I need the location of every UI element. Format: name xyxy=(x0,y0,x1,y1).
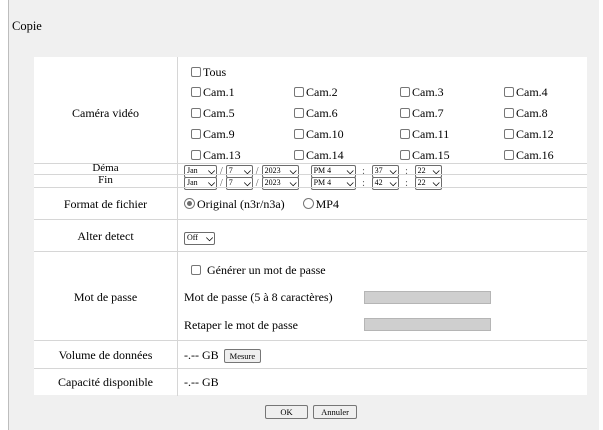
checkbox-box[interactable] xyxy=(504,129,514,139)
radio-dot[interactable] xyxy=(302,198,314,209)
settings-table: Caméra vidéo Tous Cam.1 Cam.2 Cam.3 Cam.4 Ca… xyxy=(34,57,587,396)
camera-checkbox-8[interactable]: Cam.8 xyxy=(504,106,548,121)
checkbox-box[interactable] xyxy=(504,150,514,160)
format-mp4-radio[interactable]: MP4 xyxy=(302,197,339,211)
start-label: Déma xyxy=(92,162,119,174)
checkbox-box[interactable] xyxy=(400,150,410,160)
checkbox-box[interactable] xyxy=(191,265,201,275)
capacity-value: -.-- GB xyxy=(184,375,219,389)
camera-checkbox-5[interactable]: Cam.5 xyxy=(191,106,235,121)
camera-all-checkbox[interactable]: Tous xyxy=(191,65,226,80)
format-original-radio[interactable]: Original (n3r/n3a) xyxy=(184,197,285,211)
checkbox-box[interactable] xyxy=(294,87,304,97)
camera-checkbox-14[interactable]: Cam.14 xyxy=(294,148,344,163)
ok-button[interactable]: OK xyxy=(265,405,308,419)
generate-password-checkbox[interactable]: Générer un mot de passe xyxy=(191,263,326,278)
checkbox-box[interactable] xyxy=(400,87,410,97)
camera-checkbox-1[interactable]: Cam.1 xyxy=(191,85,235,100)
page-title: Copie xyxy=(12,19,42,33)
checkbox-box[interactable] xyxy=(191,129,201,139)
camera-checkbox-7[interactable]: Cam.7 xyxy=(400,106,444,121)
checkbox-box[interactable] xyxy=(504,87,514,97)
password-input[interactable] xyxy=(364,291,491,304)
camera-checkbox-12[interactable]: Cam.12 xyxy=(504,127,554,142)
checkbox-box[interactable] xyxy=(400,108,410,118)
volume-label: Volume de données xyxy=(58,348,153,362)
checkbox-box[interactable] xyxy=(294,129,304,139)
capacity-label: Capacité disponible xyxy=(58,375,153,389)
password-label: Mot de passe xyxy=(73,290,138,304)
checkbox-box[interactable] xyxy=(191,108,201,118)
password-field-label: Mot de passe (5 à 8 caractères) xyxy=(184,290,333,304)
checkbox-box[interactable] xyxy=(191,87,201,97)
volume-value: -.-- GB xyxy=(184,348,219,362)
retype-password-label: Retaper le mot de passe xyxy=(184,318,298,332)
checkbox-box[interactable] xyxy=(191,150,201,160)
end-row: Fin Jan ⌵ / 7 ⌵ / 2023 ⌵ PM 4 ⌵ : 42 ⌵ : 22 ⌵ xyxy=(34,174,587,190)
alter-label: Alter detect xyxy=(77,229,134,243)
camera-checkbox-13[interactable]: Cam.13 xyxy=(191,148,241,163)
alter-detect-select[interactable]: Off ⌵ xyxy=(184,231,215,245)
camera-checkbox-9[interactable]: Cam.9 xyxy=(191,127,235,142)
checkbox-box[interactable] xyxy=(294,150,304,160)
camera-checkbox-16[interactable]: Cam.16 xyxy=(504,148,554,163)
alter-row: Alter detect Off ⌵ xyxy=(34,219,587,252)
camera-checkbox-6[interactable]: Cam.6 xyxy=(294,106,338,121)
checkbox-box[interactable] xyxy=(504,108,514,118)
retype-password-input[interactable] xyxy=(364,318,491,331)
cancel-button[interactable]: Annuler xyxy=(313,405,357,419)
checkbox-box[interactable] xyxy=(400,129,410,139)
radio-dot[interactable] xyxy=(184,198,195,209)
format-label: Format de fichier xyxy=(63,197,148,211)
format-row: Format de fichier Original (n3r/n3a) MP4 xyxy=(34,187,587,220)
password-row: Mot de passe Générer un mot de passe Mot… xyxy=(34,251,587,341)
camera-checkbox-4[interactable]: Cam.4 xyxy=(504,85,548,100)
camera-checkbox-15[interactable]: Cam.15 xyxy=(400,148,450,163)
camera-checkbox-2[interactable]: Cam.2 xyxy=(294,85,338,100)
camera-row: Caméra vidéo Tous Cam.1 Cam.2 Cam.3 Cam.4 Ca… xyxy=(34,57,587,163)
camera-label: Caméra vidéo xyxy=(72,106,139,120)
checkbox-box[interactable] xyxy=(294,108,304,118)
camera-checkbox-11[interactable]: Cam.11 xyxy=(400,127,449,142)
camera-checkbox-10[interactable]: Cam.10 xyxy=(294,127,344,142)
capacity-row: Capacité disponible -.-- GB xyxy=(34,368,587,396)
volume-row: Volume de données -.-- GB Mesure xyxy=(34,340,587,369)
dialog-buttons: OK Annuler xyxy=(265,404,357,419)
checkbox-box[interactable] xyxy=(191,67,201,77)
end-label: Fin xyxy=(98,174,113,186)
measure-button[interactable]: Mesure xyxy=(223,349,262,363)
copy-dialog: Copie Caméra vidéo Tous Cam.1 Cam.2 Cam.3 C… xyxy=(8,0,599,430)
camera-checkbox-3[interactable]: Cam.3 xyxy=(400,85,444,100)
